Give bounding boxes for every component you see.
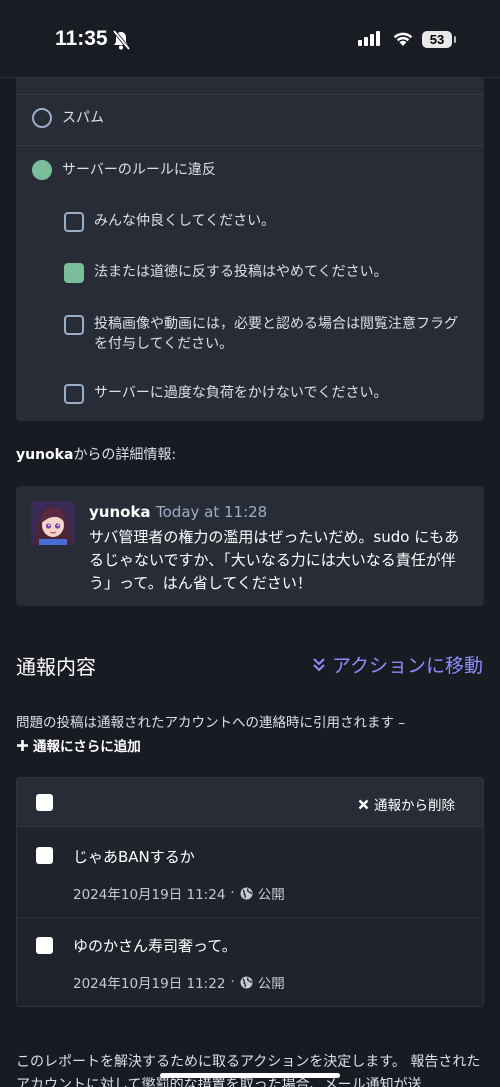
post-text: じゃあBANするか: [73, 848, 195, 866]
post-text: ゆのかさん寿司奢って。: [73, 937, 237, 955]
rule-checkbox-2[interactable]: [64, 263, 84, 283]
divider: [16, 145, 484, 146]
section-title-report-content: 通報内容: [16, 655, 96, 679]
post-meta: 2024年10月19日 11:22 · 公開: [73, 972, 285, 992]
bell-muted-icon: [112, 30, 130, 50]
radio-rule-violation[interactable]: [32, 160, 52, 180]
post-checkbox[interactable]: [36, 847, 53, 864]
post-checkbox[interactable]: [36, 937, 53, 954]
reporter-comment: yunoka Today at 11:28 サバ管理者の権力の濫用はぜったいだめ…: [16, 486, 484, 606]
rule-label-3: 投稿画像や動画には，必要と認める場合は閲覧注意フラグを付与してください。: [94, 316, 458, 352]
post-visibility: 公開: [257, 976, 285, 992]
close-icon: [358, 799, 369, 809]
details-username: yunoka: [16, 447, 74, 463]
table-row: ゆのかさん寿司奢って。 2024年10月19日 11:22 · 公開: [17, 917, 483, 1006]
go-to-actions-link[interactable]: アクションに移動: [312, 651, 483, 678]
remove-from-report-button[interactable]: 通報から削除: [358, 794, 455, 814]
home-indicator[interactable]: [160, 1073, 340, 1078]
comment-author[interactable]: yunoka: [89, 503, 151, 521]
divider: [16, 94, 484, 95]
add-to-report-label: 通報にさらに追加: [33, 739, 141, 755]
comment-text: サバ管理者の権力の濫用はぜったいだめ。sudo にもあるじゃないですか、「大いな…: [89, 528, 460, 592]
rule-checkbox-3[interactable]: [64, 315, 84, 335]
status-bar: 11:35 53: [0, 0, 500, 78]
table-row: じゃあBANするか 2024年10月19日 11:24 · 公開: [17, 826, 483, 916]
meta-separator: ·: [230, 885, 235, 901]
select-all-checkbox[interactable]: [36, 794, 53, 811]
rule-label-1: みんな仲良くしてください。: [94, 213, 276, 229]
post-date[interactable]: 2024年10月19日 11:22: [73, 972, 225, 992]
wifi-icon: [393, 32, 413, 46]
radio-rule-violation-label: サーバーのルールに違反: [62, 162, 216, 178]
radio-spam-label: スパム: [62, 110, 104, 126]
rule-label-4: サーバーに過度な負荷をかけないでください。: [94, 385, 388, 401]
details-heading: yunokaからの詳細情報:: [16, 444, 176, 464]
details-label-suffix: からの詳細情報:: [73, 447, 177, 463]
post-date[interactable]: 2024年10月19日 11:24: [73, 883, 225, 903]
table-header: 通報から削除: [17, 778, 483, 826]
remove-from-report-label: 通報から削除: [374, 798, 455, 814]
battery-indicator: 53: [422, 31, 456, 48]
post-visibility: 公開: [257, 887, 285, 903]
add-to-report-link[interactable]: 通報にさらに追加: [16, 735, 141, 755]
globe-icon: [240, 887, 253, 899]
avatar[interactable]: [31, 501, 75, 545]
post-meta: 2024年10月19日 11:24 · 公開: [73, 883, 285, 903]
radio-spam[interactable]: [32, 108, 52, 128]
resolution-instructions: このレポートを解決するために取るアクションを決定します。 報告されたアカウントに…: [16, 1054, 481, 1087]
rule-label-2: 法または道徳に反する投稿はやめてください。: [94, 264, 388, 280]
status-time: 11:35: [55, 27, 108, 50]
comment-timestamp: Today at 11:28: [156, 503, 268, 521]
rule-checkbox-4[interactable]: [64, 384, 84, 404]
globe-icon: [240, 976, 253, 988]
go-to-actions-label: アクションに移動: [331, 655, 483, 677]
rule-checkbox-1[interactable]: [64, 212, 84, 232]
chevron-double-down-icon: [313, 657, 325, 671]
rule-selection-panel: スパム サーバーのルールに違反 みんな仲良くしてください。 法または道徳に反する…: [16, 78, 484, 421]
reported-posts-table: 通報から削除 じゃあBANするか 2024年10月19日 11:24 · 公開 …: [16, 777, 484, 1007]
plus-icon: [17, 739, 28, 751]
quote-note: 問題の投稿は通報されたアカウントへの連絡時に引用されます –: [16, 715, 406, 731]
meta-separator: ·: [230, 974, 235, 990]
cellular-signal-icon: [358, 31, 380, 46]
